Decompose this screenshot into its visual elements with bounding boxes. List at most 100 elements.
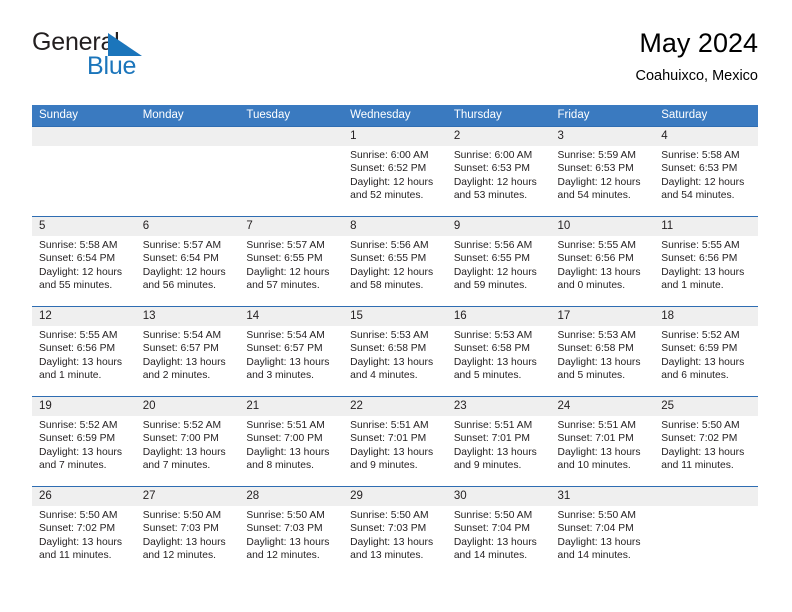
sunrise-time: Sunrise: 5:54 AM — [142, 330, 222, 341]
weekday-header-monday: Monday — [135, 105, 240, 127]
sunset-time: Sunset: 7:02 PM — [39, 523, 116, 535]
calendar-week-row: 5 Sunrise: 5:58 AM Sunset: 6:54 PM Daylight… — [32, 216, 758, 307]
calendar-day-cell[interactable]: 1 Sunrise: 6:00 AM Sunset: 6:52 PM Daylight… — [343, 126, 447, 217]
calendar-body: 1 Sunrise: 6:00 AM Sunset: 6:52 PM Daylight… — [32, 126, 758, 576]
day-number: 8 — [343, 217, 447, 236]
sunrise-time: Sunrise: 5:58 AM — [39, 240, 118, 251]
weekday-header-thursday: Thursday — [446, 105, 551, 127]
calendar-day-cell[interactable]: 6 Sunrise: 5:57 AM Sunset: 6:54 PM Daylight… — [135, 216, 240, 307]
calendar-day-cell[interactable]: 14 Sunrise: 5:54 AM Sunset: 6:57 PM Dayligh… — [239, 306, 344, 397]
calendar-day-cell[interactable]: 26 Sunrise: 5:50 AM Sunset: 7:02 PM Dayligh… — [32, 486, 136, 576]
daylight-duration-line2: and 2 minutes. — [142, 370, 211, 382]
sunrise-time: Sunrise: 5:53 AM — [350, 330, 429, 341]
day-number: 18 — [654, 307, 758, 326]
page-subtitle-location: Coahuixco, Mexico — [635, 68, 759, 84]
day-details: Sunrise: 5:56 AM Sunset: 6:55 PM Daylight:… — [447, 236, 551, 293]
sunset-time: Sunset: 6:58 PM — [557, 343, 634, 355]
calendar-day-cell[interactable]: 15 Sunrise: 5:53 AM Sunset: 6:58 PM Dayligh… — [343, 306, 447, 397]
calendar-day-cell[interactable]: 23 Sunrise: 5:51 AM Sunset: 7:01 PM Dayligh… — [446, 396, 551, 487]
calendar-day-cell[interactable]: 22 Sunrise: 5:51 AM Sunset: 7:01 PM Dayligh… — [343, 396, 447, 487]
day-number: 31 — [550, 487, 655, 506]
sunrise-time: Sunrise: 6:00 AM — [453, 150, 533, 161]
calendar-day-cell[interactable]: 12 Sunrise: 5:55 AM Sunset: 6:56 PM Dayligh… — [32, 306, 136, 397]
calendar-day-cell[interactable]: 18 Sunrise: 5:52 AM Sunset: 6:59 PM Dayligh… — [654, 306, 758, 397]
calendar-day-cell[interactable]: 10 Sunrise: 5:55 AM Sunset: 6:56 PM Dayligh… — [550, 216, 655, 307]
daylight-duration-line2: and 6 minutes. — [661, 370, 729, 382]
calendar-day-cell[interactable]: 16 Sunrise: 5:53 AM Sunset: 6:58 PM Dayligh… — [446, 306, 551, 397]
sunrise-time: Sunrise: 5:50 AM — [142, 510, 222, 521]
sunrise-time: Sunrise: 5:52 AM — [142, 420, 222, 431]
sunrise-time: Sunrise: 5:53 AM — [557, 330, 636, 341]
calendar-day-cell[interactable]: 21 Sunrise: 5:51 AM Sunset: 7:00 PM Dayligh… — [239, 396, 344, 487]
day-number: 26 — [32, 487, 136, 506]
calendar-day-cell[interactable]: 13 Sunrise: 5:54 AM Sunset: 6:57 PM Dayligh… — [135, 306, 240, 397]
daylight-duration-line1: Daylight: 13 hours — [453, 446, 537, 458]
sunrise-time: Sunrise: 5:50 AM — [39, 510, 118, 521]
sunset-time: Sunset: 7:00 PM — [246, 433, 323, 445]
calendar-day-cell-empty — [135, 126, 240, 217]
daylight-duration-line2: and 12 minutes. — [246, 550, 320, 562]
calendar-day-cell[interactable]: 29 Sunrise: 5:50 AM Sunset: 7:03 PM Dayligh… — [343, 486, 447, 576]
sunrise-time: Sunrise: 5:50 AM — [453, 510, 533, 521]
day-details: Sunrise: 5:55 AM Sunset: 6:56 PM Daylight:… — [32, 326, 136, 383]
calendar-day-cell[interactable]: 30 Sunrise: 5:50 AM Sunset: 7:04 PM Dayligh… — [446, 486, 551, 576]
sunrise-time: Sunrise: 5:55 AM — [557, 240, 636, 251]
calendar-day-cell[interactable]: 24 Sunrise: 5:51 AM Sunset: 7:01 PM Dayligh… — [550, 396, 655, 487]
daylight-duration-line2: and 53 minutes. — [453, 190, 528, 202]
calendar-day-cell[interactable]: 20 Sunrise: 5:52 AM Sunset: 7:00 PM Dayligh… — [135, 396, 240, 487]
calendar-day-cell[interactable]: 11 Sunrise: 5:55 AM Sunset: 6:56 PM Dayligh… — [654, 216, 758, 307]
title-block: May 2024 Coahuixco, Mexico — [636, 26, 759, 87]
calendar-day-cell[interactable]: 2 Sunrise: 6:00 AM Sunset: 6:53 PM Daylight… — [446, 126, 551, 217]
calendar-day-cell[interactable]: 9 Sunrise: 5:56 AM Sunset: 6:55 PM Daylight… — [446, 216, 551, 307]
weekday-header-tuesday: Tuesday — [239, 105, 344, 127]
daylight-duration-line2: and 8 minutes. — [246, 460, 314, 472]
calendar-day-cell[interactable]: 4 Sunrise: 5:58 AM Sunset: 6:53 PM Daylight… — [654, 126, 758, 217]
sunrise-time: Sunrise: 5:56 AM — [350, 240, 429, 251]
sunset-time: Sunset: 6:54 PM — [39, 253, 116, 265]
brand-logo[interactable]: General Blue — [32, 28, 252, 88]
calendar-day-cell[interactable]: 27 Sunrise: 5:50 AM Sunset: 7:03 PM Dayligh… — [135, 486, 240, 576]
daylight-duration-line1: Daylight: 13 hours — [557, 356, 641, 368]
day-details: Sunrise: 5:52 AM Sunset: 6:59 PM Daylight:… — [32, 416, 136, 473]
day-number: 19 — [32, 397, 136, 416]
calendar-day-cell[interactable]: 8 Sunrise: 5:56 AM Sunset: 6:55 PM Daylight… — [343, 216, 447, 307]
sunrise-time: Sunrise: 5:57 AM — [246, 240, 325, 251]
sunset-time: Sunset: 6:57 PM — [142, 343, 219, 355]
daylight-duration-line1: Daylight: 13 hours — [142, 356, 226, 368]
sunrise-time: Sunrise: 5:50 AM — [350, 510, 429, 521]
sunrise-time: Sunrise: 5:55 AM — [661, 240, 740, 251]
daylight-duration-line2: and 1 minute. — [39, 370, 102, 382]
sunrise-time: Sunrise: 5:51 AM — [350, 420, 429, 431]
sunset-time: Sunset: 6:57 PM — [246, 343, 323, 355]
daylight-duration-line2: and 0 minutes. — [557, 280, 626, 292]
sunrise-time: Sunrise: 5:59 AM — [557, 150, 636, 161]
day-details: Sunrise: 5:53 AM Sunset: 6:58 PM Daylight:… — [447, 326, 551, 383]
day-details: Sunrise: 6:00 AM Sunset: 6:52 PM Daylight:… — [343, 146, 447, 203]
daylight-duration-line2: and 54 minutes. — [557, 190, 631, 202]
weekday-header-saturday: Saturday — [654, 105, 758, 127]
sunrise-time: Sunrise: 5:51 AM — [557, 420, 636, 431]
sunset-time: Sunset: 6:56 PM — [39, 343, 116, 355]
calendar-day-cell[interactable]: 5 Sunrise: 5:58 AM Sunset: 6:54 PM Daylight… — [32, 216, 136, 307]
daylight-duration-line2: and 55 minutes. — [39, 280, 113, 292]
calendar-day-cell[interactable]: 17 Sunrise: 5:53 AM Sunset: 6:58 PM Dayligh… — [550, 306, 655, 397]
calendar-day-cell[interactable]: 7 Sunrise: 5:57 AM Sunset: 6:55 PM Daylight… — [239, 216, 344, 307]
day-details: Sunrise: 5:53 AM Sunset: 6:58 PM Daylight:… — [343, 326, 447, 383]
sunset-time: Sunset: 6:59 PM — [39, 433, 116, 445]
day-details: Sunrise: 5:52 AM Sunset: 7:00 PM Daylight:… — [136, 416, 240, 473]
day-number: 4 — [654, 127, 758, 146]
calendar-day-cell[interactable]: 28 Sunrise: 5:50 AM Sunset: 7:03 PM Dayligh… — [239, 486, 344, 576]
calendar-day-cell[interactable]: 3 Sunrise: 5:59 AM Sunset: 6:53 PM Daylight… — [550, 126, 655, 217]
calendar-day-cell[interactable]: 19 Sunrise: 5:52 AM Sunset: 6:59 PM Dayligh… — [32, 396, 136, 487]
calendar-day-cell[interactable]: 31 Sunrise: 5:50 AM Sunset: 7:04 PM Dayligh… — [550, 486, 655, 576]
sunset-time: Sunset: 6:58 PM — [350, 343, 427, 355]
sunset-time: Sunset: 7:03 PM — [350, 523, 427, 535]
page-title: May 2024 — [639, 28, 758, 58]
calendar-day-cell[interactable]: 25 Sunrise: 5:50 AM Sunset: 7:02 PM Dayligh… — [654, 396, 758, 487]
day-details: Sunrise: 5:50 AM Sunset: 7:02 PM Daylight:… — [654, 416, 758, 473]
sunrise-time: Sunrise: 5:54 AM — [246, 330, 325, 341]
calendar-day-cell-empty — [32, 126, 136, 217]
day-details: Sunrise: 5:56 AM Sunset: 6:55 PM Daylight:… — [343, 236, 447, 293]
daylight-duration-line2: and 9 minutes. — [350, 460, 418, 472]
day-details: Sunrise: 5:55 AM Sunset: 6:56 PM Daylight:… — [551, 236, 655, 293]
